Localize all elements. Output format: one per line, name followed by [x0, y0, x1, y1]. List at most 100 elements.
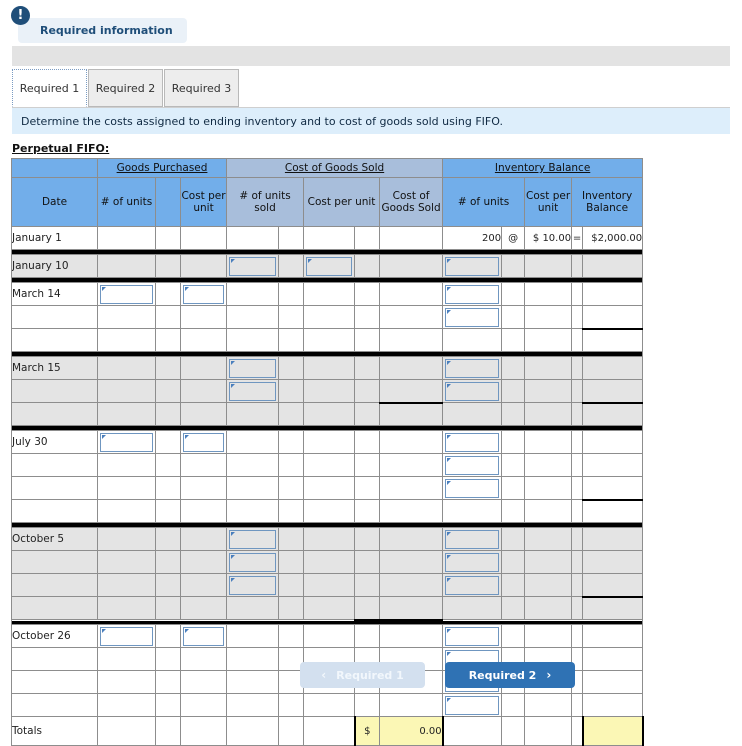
row-date-blank: [11, 499, 98, 523]
tab-bar: Required 1 Required 2 Required 3: [12, 69, 730, 108]
input-ib-units[interactable]: [445, 695, 500, 715]
tab-required-2[interactable]: Required 2: [88, 69, 163, 107]
cell-ib-units[interactable]: [442, 573, 503, 597]
cell-cogs-units: [226, 282, 280, 306]
question-prompt: Determine the costs assigned to ending i…: [12, 108, 730, 134]
cell-gp-cost: [179, 693, 228, 717]
chevron-left-icon: ‹: [321, 668, 327, 682]
next-required-2-button[interactable]: Required 2 ›: [445, 662, 575, 688]
input-cogs-units[interactable]: [229, 381, 277, 401]
row-date-blank: [11, 573, 98, 597]
cell-ib-units[interactable]: [442, 527, 503, 551]
cell-ib-at: [501, 596, 526, 620]
input-gp-units[interactable]: [100, 284, 153, 304]
cell-totals-cogs: 0.00: [379, 716, 444, 746]
input-ib-units[interactable]: [445, 358, 500, 378]
input-ib-units[interactable]: [445, 529, 500, 549]
cell-ib-units: [442, 328, 503, 352]
cell-cogs-total: [379, 379, 444, 404]
cell-ib-units[interactable]: [442, 356, 503, 380]
toolbar-strip: [12, 46, 730, 66]
input-gp-units[interactable]: [100, 626, 153, 646]
input-gp-cost[interactable]: [183, 432, 225, 452]
cell-ib-units[interactable]: [442, 282, 503, 306]
cell-cogs-at: [278, 527, 305, 551]
cell-ib-units[interactable]: [442, 379, 503, 403]
input-cogs-units[interactable]: [229, 256, 277, 276]
tab-required-1-label: Required 1: [19, 81, 80, 95]
cell-ib-cost: [524, 573, 573, 597]
next-button-label: Required 2: [468, 668, 537, 682]
cell-ib-cost: [524, 379, 573, 403]
cell-ib-balance: [582, 476, 644, 501]
input-cogs-units[interactable]: [229, 358, 277, 378]
cell-ib-units[interactable]: [442, 453, 503, 477]
cell-cogs-cost: [303, 305, 356, 329]
cell-cogs-units[interactable]: [226, 527, 280, 551]
cell-ib-at: [501, 624, 526, 648]
input-gp-units[interactable]: [100, 432, 153, 452]
cell-ib-units[interactable]: [442, 430, 503, 454]
row-date-march-14: March 14: [11, 282, 98, 306]
cell-ib-eq: [571, 573, 584, 597]
cell-cogs-units: [226, 499, 280, 523]
cell-cogs-at: [278, 624, 305, 648]
input-ib-units[interactable]: [445, 432, 500, 452]
input-gp-cost[interactable]: [183, 284, 225, 304]
cell-cogs-units[interactable]: [226, 379, 280, 403]
cell-cogs-cost: [303, 430, 356, 454]
cell-gp-units[interactable]: [97, 282, 156, 306]
cell-cogs-units[interactable]: [226, 550, 280, 574]
cell-ib-balance: [582, 550, 644, 574]
cell-cogs-cost[interactable]: [303, 254, 356, 278]
input-cogs-units[interactable]: [229, 552, 277, 572]
input-cogs-cost[interactable]: [306, 256, 353, 276]
input-ib-units[interactable]: [445, 455, 500, 475]
tab-required-3[interactable]: Required 3: [164, 69, 239, 107]
cell-ib-equals-symbol: =: [571, 226, 584, 250]
input-cogs-units[interactable]: [229, 529, 277, 549]
col-header-gp-cost-per-unit: Cost per unit: [179, 177, 228, 227]
cell-cogs-at: [278, 254, 305, 278]
prev-required-1-button[interactable]: ‹ Required 1: [300, 662, 425, 688]
tab-required-1[interactable]: Required 1: [12, 69, 87, 107]
input-ib-units[interactable]: [445, 284, 500, 304]
cell-ib-cost: [524, 550, 573, 574]
cell-gp-spacer: [155, 254, 181, 278]
input-gp-cost[interactable]: [183, 626, 225, 646]
cell-cogs-eq: [354, 624, 381, 648]
cell-gp-cost[interactable]: [179, 282, 228, 306]
cell-cogs-total: [379, 402, 444, 426]
input-ib-units[interactable]: [445, 626, 500, 646]
cell-cogs-units[interactable]: [226, 356, 280, 380]
cell-ib-cost: [524, 402, 573, 426]
cell-gp-cost[interactable]: [179, 430, 228, 454]
cell-gp-units[interactable]: [97, 624, 156, 648]
input-cogs-units[interactable]: [229, 575, 277, 595]
cell-gp-units: [97, 379, 156, 403]
cell-ib-units[interactable]: [442, 305, 503, 329]
cell-ib-units[interactable]: [442, 550, 503, 574]
cell-ib-units[interactable]: [442, 254, 503, 278]
input-ib-units[interactable]: [445, 575, 500, 595]
cell-ib-units[interactable]: [442, 693, 503, 717]
cell-gp-cost: [179, 573, 228, 597]
cell-gp-units: [97, 453, 156, 477]
cell-ib-units[interactable]: [442, 476, 503, 500]
row-label-totals: Totals: [11, 716, 98, 746]
cell-gp-units[interactable]: [97, 430, 156, 454]
cell-gp-cost: [179, 254, 228, 278]
cell-ib-cost: [524, 328, 573, 352]
cell-gp-cost[interactable]: [179, 624, 228, 648]
input-ib-units[interactable]: [445, 256, 500, 276]
input-ib-units[interactable]: [445, 381, 500, 401]
input-ib-units[interactable]: [445, 307, 500, 327]
cell-ib-cost: [524, 305, 573, 329]
cell-cogs-units[interactable]: [226, 254, 280, 278]
cell-ib-units[interactable]: [442, 624, 503, 648]
col-header-ib-balance: Inventory Balance: [571, 177, 644, 227]
cell-cogs-units[interactable]: [226, 573, 280, 597]
input-ib-units[interactable]: [445, 478, 500, 498]
input-ib-units[interactable]: [445, 552, 500, 572]
row-date-january-1: January 1: [11, 226, 98, 250]
